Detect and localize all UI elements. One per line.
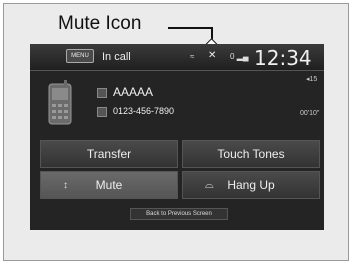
touch-tones-button[interactable]: Touch Tones — [182, 140, 320, 168]
caller-name-row: AAAAA — [97, 85, 153, 99]
hang-up-label: Hang Up — [227, 178, 275, 192]
call-duration: 00'10" — [300, 110, 320, 117]
mute-icon-callout-label: Mute Icon — [58, 13, 142, 34]
menu-button[interactable]: MENU — [66, 49, 94, 63]
back-to-previous-screen-button[interactable]: Back to Previous Screen — [130, 208, 228, 220]
phone-icon — [48, 80, 72, 125]
mute-label: Mute — [95, 178, 123, 192]
mute-button[interactable]: ↕ Mute — [40, 171, 178, 199]
bluetooth-icon: ≈ — [190, 52, 196, 61]
phone-number-icon — [97, 106, 107, 117]
signal-text: 0 — [230, 52, 235, 61]
signal-strength: ◂15 — [306, 76, 318, 83]
callout-leader-horizontal — [168, 27, 212, 29]
touch-tones-label: Touch Tones — [217, 147, 285, 161]
status-bar: MENU In call ≈ ✕ 0 ▂▄ 12:34 — [30, 44, 324, 71]
caller-number: 0123-456-7890 — [113, 106, 175, 116]
caller-number-row: 0123-456-7890 — [97, 106, 174, 117]
signal-bars-icon: ▂▄ — [236, 52, 249, 61]
hang-up-icon: ⌓ — [205, 179, 214, 191]
mute-toggle-icon: ↕ — [63, 180, 68, 191]
in-call-screen: MENU In call ≈ ✕ 0 ▂▄ 12:34 ◂15 AAAAA 01… — [30, 44, 324, 230]
screen-title: In call — [102, 51, 131, 63]
mute-icon: ✕ — [208, 50, 217, 61]
transfer-button[interactable]: Transfer — [40, 140, 178, 168]
hang-up-button[interactable]: ⌓ Hang Up — [182, 171, 320, 199]
transfer-label: Transfer — [86, 147, 132, 161]
signal-indicator: 0 ▂▄ — [230, 52, 249, 61]
caller-name: AAAAA — [113, 85, 154, 99]
contact-icon — [97, 87, 107, 98]
clock: 12:34 — [254, 46, 312, 70]
